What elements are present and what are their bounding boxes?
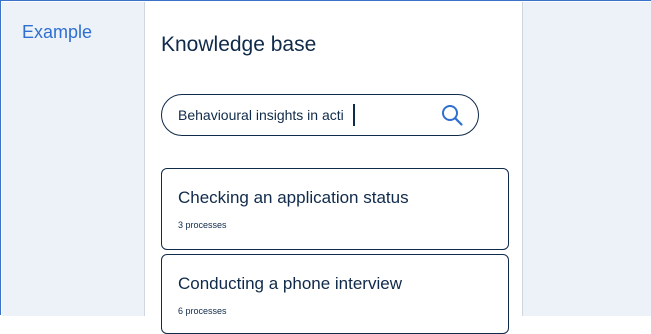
search-icon[interactable] <box>440 103 464 127</box>
result-card-phone-interview[interactable]: Conducting a phone interview 6 processes <box>161 254 509 334</box>
example-frame: Example Knowledge base Behavioural insig… <box>0 0 651 334</box>
text-cursor <box>352 104 355 126</box>
example-label: Example <box>22 22 93 42</box>
result-card-title: Checking an application status <box>178 188 409 207</box>
example-label-column: Example <box>2 2 145 316</box>
page-title: Knowledge base <box>161 33 317 56</box>
knowledge-base-screen: Knowledge base Behavioural insights in a… <box>145 2 523 334</box>
right-blank-column <box>523 2 651 316</box>
search-input[interactable]: Behavioural insights in acti <box>161 94 479 136</box>
search-input-value: Behavioural insights in acti <box>178 107 344 123</box>
result-card-title: Conducting a phone interview <box>178 274 402 293</box>
result-card-count: 3 processes <box>178 220 227 230</box>
result-card-application-status[interactable]: Checking an application status 3 process… <box>161 168 509 250</box>
